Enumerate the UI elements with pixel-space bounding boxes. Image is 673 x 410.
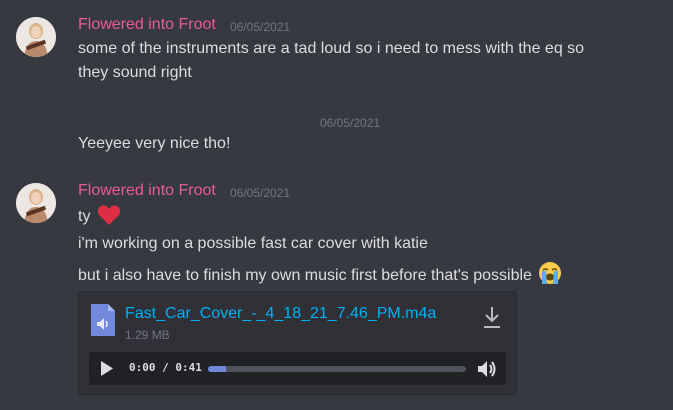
message-text: Yeeyee very nice tho! xyxy=(78,135,231,152)
attachment-file-link[interactable]: Fast_Car_Cover_-_4_18_21_7.46_PM.m4a xyxy=(125,305,436,323)
current-time: 0:00 xyxy=(129,361,156,374)
message-text-line: some of the instruments are a tad loud s… xyxy=(78,40,585,57)
message-text-line: ty xyxy=(78,204,121,233)
loudly-crying-face-icon xyxy=(538,261,562,292)
message-text-line: but i also have to finish my own music f… xyxy=(78,261,562,292)
message-text: ty xyxy=(78,208,91,225)
playback-progress-fill xyxy=(208,366,227,372)
message-author[interactable]: Flowered into Froot xyxy=(78,16,216,34)
message-text-line: they sound right xyxy=(78,64,192,81)
volume-icon[interactable] xyxy=(476,358,498,380)
playback-time: 0:00 / 0:41 xyxy=(129,361,202,374)
avatar[interactable] xyxy=(16,17,56,57)
play-icon[interactable] xyxy=(99,360,115,377)
playback-progress-bar[interactable] xyxy=(208,366,466,372)
avatar[interactable] xyxy=(16,183,56,223)
attachment-file-size: 1.29 MB xyxy=(125,328,170,342)
message-author[interactable]: Flowered into Froot xyxy=(78,182,216,200)
message-text: but i also have to finish my own music f… xyxy=(78,267,532,284)
audio-player: 0:00 / 0:41 xyxy=(89,352,506,385)
hover-timestamp: 06/05/2021 xyxy=(320,116,381,130)
audio-attachment: Fast_Car_Cover_-_4_18_21_7.46_PM.m4a 1.2… xyxy=(78,291,517,395)
audio-file-icon xyxy=(89,302,117,343)
time-separator: / xyxy=(155,361,176,374)
download-icon[interactable] xyxy=(480,304,504,330)
message-timestamp: 06/05/2021 xyxy=(230,20,291,34)
red-heart-icon xyxy=(97,204,121,233)
message-timestamp: 06/05/2021 xyxy=(230,186,291,200)
message-text-line: i'm working on a possible fast car cover… xyxy=(78,235,428,252)
duration: 0:41 xyxy=(175,361,202,374)
